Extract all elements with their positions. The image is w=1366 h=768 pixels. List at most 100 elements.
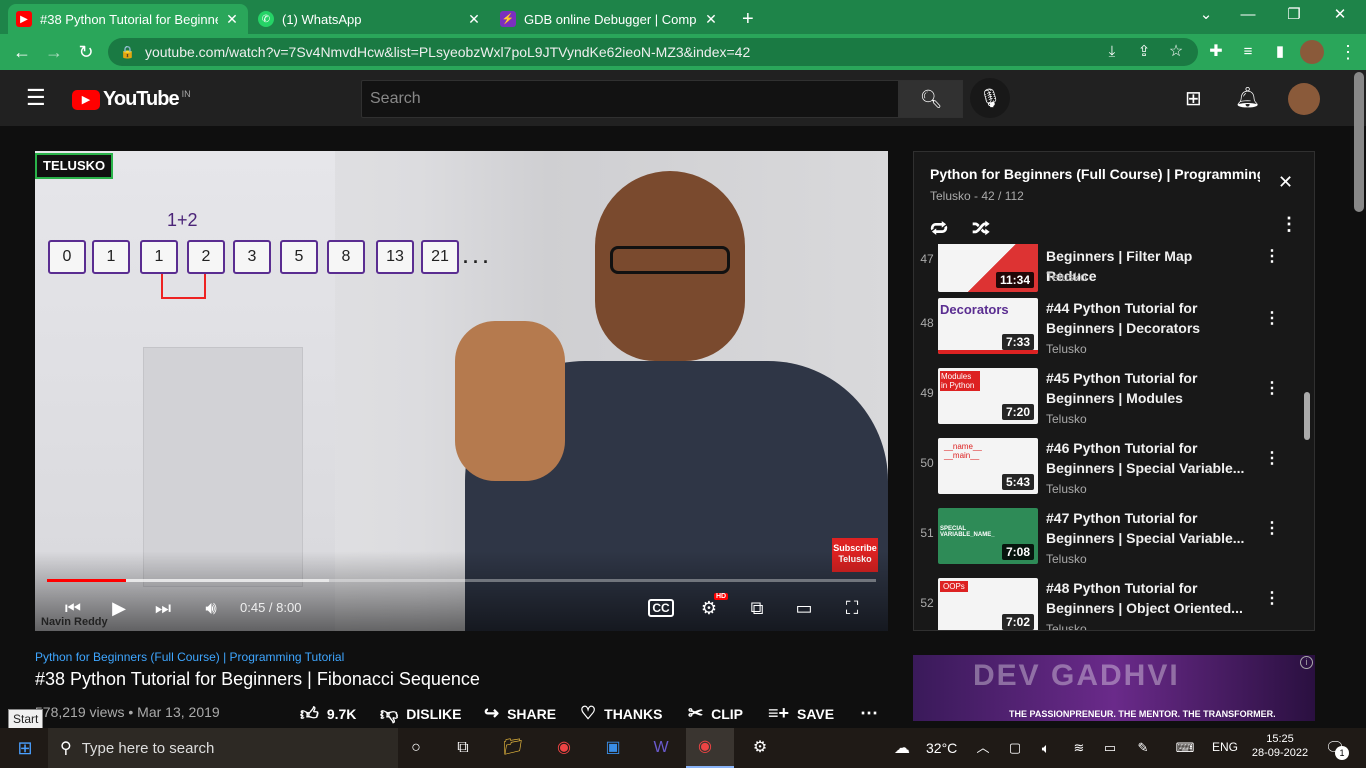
speaker-icon[interactable]: 🔈︎ xyxy=(1033,736,1059,760)
reload-icon[interactable]: ↻ xyxy=(74,40,98,64)
ad-info-icon[interactable]: i xyxy=(1300,656,1313,669)
minimize-button[interactable]: — xyxy=(1228,4,1268,28)
page-scrollbar[interactable] xyxy=(1354,72,1364,212)
item-more-icon[interactable]: ⋮ xyxy=(1264,246,1280,266)
share-button[interactable]: ↪ SHARE xyxy=(484,703,556,724)
clock[interactable]: 15:25 28-09-2022 xyxy=(1250,733,1310,759)
save-button[interactable]: ≡+ SAVE xyxy=(768,703,834,724)
chrome-icon[interactable]: ◉ xyxy=(551,736,577,760)
profile-avatar[interactable] xyxy=(1300,40,1324,64)
side-panel-icon[interactable]: ▮ xyxy=(1268,40,1292,64)
search-input[interactable]: Search xyxy=(361,80,899,118)
maximize-button[interactable]: ❐ xyxy=(1274,4,1314,28)
tab-gdb[interactable]: ⚡ GDB online Debugger | Compiler ✕ xyxy=(492,4,727,34)
item-more-icon[interactable]: ⋮ xyxy=(1264,588,1280,608)
playlist-link[interactable]: Python for Beginners (Full Course) | Pro… xyxy=(35,650,344,664)
create-video-icon[interactable]: ⊞ xyxy=(1185,86,1202,111)
next-icon[interactable]: ⏭ xyxy=(149,594,177,622)
language-indicator[interactable]: ENG xyxy=(1212,740,1238,754)
meet-now-icon[interactable]: ▢ xyxy=(1002,736,1028,760)
more-menu-icon[interactable]: ⋮ xyxy=(1336,40,1360,64)
heart-dollar-icon: ♡ xyxy=(580,703,597,723)
playlist-scrollbar[interactable] xyxy=(1304,392,1310,440)
tab-whatsapp[interactable]: ✆ (1) WhatsApp ✕ xyxy=(250,4,490,34)
close-playlist-icon[interactable]: ✕ xyxy=(1278,172,1293,193)
bookmark-star-icon[interactable]: ☆ xyxy=(1164,40,1188,64)
more-actions-icon[interactable]: ⋯ xyxy=(860,703,878,724)
fullscreen-icon[interactable]: ⛶ xyxy=(838,594,866,622)
item-more-icon[interactable]: ⋮ xyxy=(1264,448,1280,468)
new-tab-button[interactable]: + xyxy=(734,4,764,34)
item-more-icon[interactable]: ⋮ xyxy=(1264,518,1280,538)
ad-banner[interactable]: DEV GADHVI THE PASSIONPRENEUR. THE MENTO… xyxy=(913,655,1315,721)
webex-icon[interactable]: W xyxy=(648,736,674,760)
show-hidden-icons-icon[interactable]: ︿ xyxy=(970,736,996,760)
clock-date: 28-09-2022 xyxy=(1251,747,1309,759)
clip-button[interactable]: ✂ CLIP xyxy=(688,703,743,724)
volume-icon[interactable]: 🔊︎ xyxy=(197,594,225,622)
close-icon[interactable]: ✕ xyxy=(703,11,719,28)
install-icon[interactable]: ⤓ xyxy=(1100,40,1124,64)
cortana-icon[interactable]: ○ xyxy=(403,736,429,760)
youtube-header: ☰ ▶ YouTube IN Search 🔍︎ 🎙︎ ⊞ 🔔︎ xyxy=(0,70,1366,126)
playlist-more-icon[interactable]: ⋮ xyxy=(1280,214,1298,235)
taskbar-search[interactable]: ⚲ Type here to search xyxy=(48,728,398,768)
close-icon[interactable]: ✕ xyxy=(466,11,482,28)
playlist-item[interactable]: 49 Modules in Python 7:20 #45 Python Tut… xyxy=(914,368,1314,438)
like-button[interactable]: 👍︎ 9.7K xyxy=(300,703,356,725)
thanks-button[interactable]: ♡ THANKS xyxy=(580,703,662,724)
back-arrow-icon[interactable]: ← xyxy=(10,40,34,64)
settings-gear-icon[interactable]: ⚙ xyxy=(747,736,773,760)
keyboard-icon[interactable]: ⌨ xyxy=(1172,736,1198,760)
fib-expression: 1+2 xyxy=(167,210,198,230)
video-player[interactable]: TELUSKO 1+2 0 1 1 2 3 5 8 13 21 . . . Su… xyxy=(35,151,888,631)
media-control-icon[interactable]: ≡ xyxy=(1236,40,1260,64)
playlist-item[interactable]: 51 SPECIAL VARIABLE_NAME_ 7:08 #47 Pytho… xyxy=(914,508,1314,578)
account-avatar[interactable] xyxy=(1288,83,1320,115)
playlist-item[interactable]: 48 Decorators 7:33 #44 Python Tutorial f… xyxy=(914,298,1314,368)
pen-icon[interactable]: ✎ xyxy=(1130,736,1156,760)
store-icon[interactable]: ▣ xyxy=(600,736,626,760)
item-more-icon[interactable]: ⋮ xyxy=(1264,378,1280,398)
playlist-title[interactable]: Python for Beginners (Full Course) | Pro… xyxy=(930,166,1260,182)
active-chrome-task[interactable]: ◉ xyxy=(686,728,734,768)
address-bar[interactable]: 🔒 youtube.com/watch?v=7Sv4NmvdHcw&list=P… xyxy=(108,38,1198,66)
close-window-button[interactable]: ✕ xyxy=(1320,4,1360,28)
tab-search-chevron-icon[interactable]: ⌄ xyxy=(1186,4,1226,28)
logo-text: YouTube xyxy=(103,88,180,110)
weather-icon[interactable]: ☁ xyxy=(894,738,910,758)
voice-search-button[interactable]: 🎙︎ xyxy=(970,78,1010,118)
fib-number: 1 xyxy=(92,240,130,274)
file-explorer-icon[interactable]: 📁︎ xyxy=(500,736,526,760)
miniplayer-icon[interactable]: ⧉ xyxy=(743,594,771,622)
progress-bar[interactable] xyxy=(47,579,876,582)
captions-button[interactable]: CC xyxy=(647,594,675,622)
forward-arrow-icon[interactable]: → xyxy=(42,40,66,64)
item-thumbnail: Modules in Python 7:20 xyxy=(938,368,1038,424)
search-button[interactable]: 🔍︎ xyxy=(899,80,963,118)
tab-youtube[interactable]: ▶ #38 Python Tutorial for Beginners ✕ xyxy=(8,4,248,34)
item-more-icon[interactable]: ⋮ xyxy=(1264,308,1280,328)
youtube-logo[interactable]: ▶ YouTube IN xyxy=(72,88,191,111)
chrome-profile-icon: ◉ xyxy=(698,738,712,755)
share-icon[interactable]: ⇪ xyxy=(1132,40,1156,64)
theater-mode-icon[interactable]: ▭ xyxy=(790,594,818,622)
notifications-bell-icon[interactable]: 🔔︎ xyxy=(1235,85,1260,110)
video-title: #38 Python Tutorial for Beginners | Fibo… xyxy=(35,669,480,689)
windows-start-icon[interactable]: ⊞ xyxy=(12,736,38,760)
task-view-icon[interactable]: ⧉ xyxy=(450,736,476,760)
battery-icon[interactable]: ▭ xyxy=(1097,736,1123,760)
playlist-item[interactable]: 50 __name__ __main__ 5:43 #46 Python Tut… xyxy=(914,438,1314,508)
close-icon[interactable]: ✕ xyxy=(224,11,240,28)
shuffle-icon[interactable]: 🔀︎ xyxy=(972,214,990,241)
playlist-item[interactable]: 47 11:34 Beginners | Filter Map Reduce T… xyxy=(914,244,1314,306)
weather-temp[interactable]: 32°C xyxy=(926,740,957,756)
play-icon[interactable]: ▶ xyxy=(105,594,133,622)
hamburger-menu-icon[interactable]: ☰ xyxy=(26,87,46,109)
dislike-button[interactable]: 👎︎ DISLIKE xyxy=(380,703,462,725)
wifi-icon[interactable]: ≋ xyxy=(1066,736,1092,760)
youtube-play-icon: ▶ xyxy=(72,89,100,110)
loop-icon[interactable]: 🔁︎ xyxy=(930,214,948,241)
extensions-icon[interactable]: ✚ xyxy=(1204,40,1228,64)
playlist-item[interactable]: 52 OOPs 7:02 #48 Python Tutorial for Beg… xyxy=(914,578,1314,630)
